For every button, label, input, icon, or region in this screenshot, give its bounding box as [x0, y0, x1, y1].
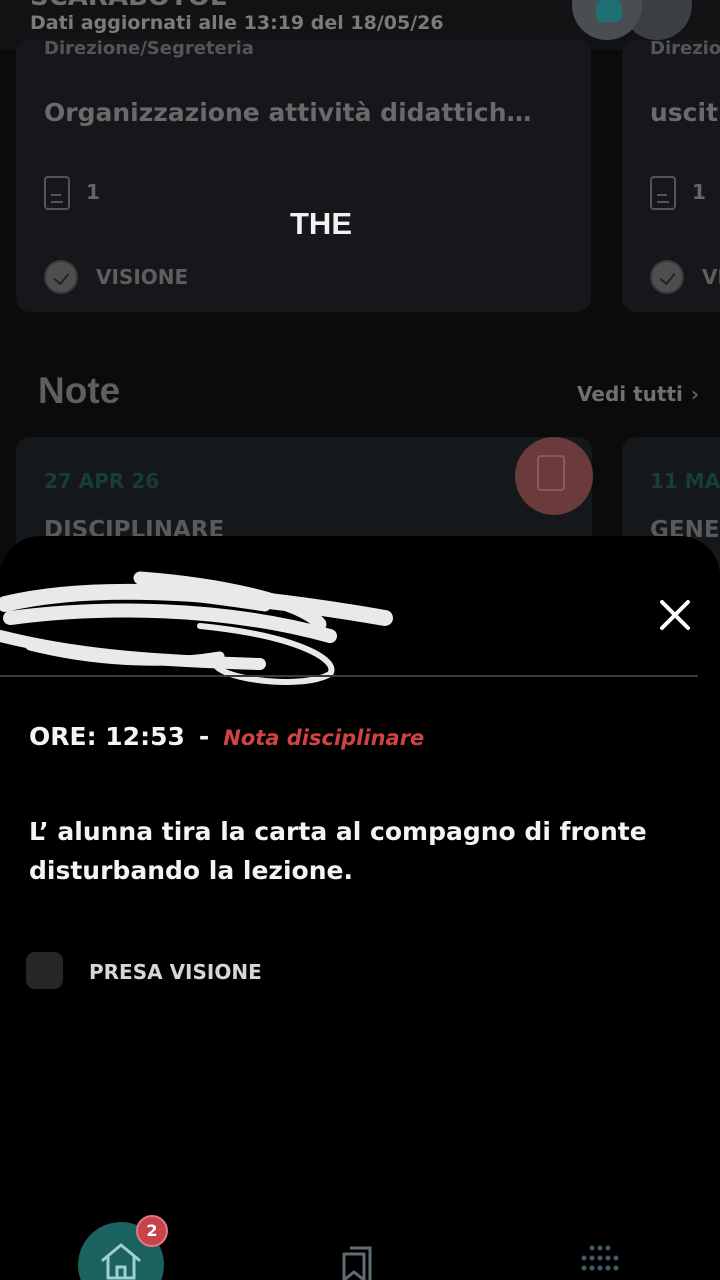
visione-status: VISIONE [96, 265, 189, 289]
check-circle-icon [650, 260, 684, 294]
app-title: SCARABOTOL [30, 0, 226, 12]
last-updated-text: Dati aggiornati alle 13:19 del 18/05/26 [30, 12, 444, 34]
home-icon [101, 1243, 141, 1280]
note-date: 11 MAR [650, 469, 720, 493]
visione-status: VI [702, 265, 720, 289]
note-time-row: ORE: 12:53- Nota disciplinare [29, 722, 424, 751]
note-body-text: L’ alunna tira la carta al compagno di f… [29, 817, 647, 885]
circular-category: Direzione/Segreteria [44, 38, 254, 59]
avatar-icon [596, 0, 622, 22]
circular-subject: uscit [650, 98, 719, 127]
chevron-right-icon: › [690, 382, 700, 406]
redaction-scribble [0, 571, 393, 685]
note-type-label: Nota disciplinare [223, 726, 425, 750]
video-caption-overlay: THE [290, 206, 352, 241]
circular-subject: Organizzazione attività didattich… [44, 98, 532, 127]
profile-avatar[interactable] [572, 0, 642, 40]
note-edit-icon [537, 455, 565, 491]
notes-section-title: Note [38, 370, 121, 411]
document-icon [650, 176, 676, 210]
attachment-count: 1 [86, 180, 100, 204]
document-icon [44, 176, 70, 210]
note-detail-sheet: ORE: 12:53- Nota disciplinare L’ alunna t… [0, 536, 720, 1280]
circular-category: Direzio [650, 38, 720, 59]
see-all-notes-link[interactable]: Vedi tutti › [577, 382, 699, 406]
note-edit-badge [515, 437, 593, 515]
attachment-count: 1 [692, 180, 706, 204]
check-circle-icon [44, 260, 78, 294]
notification-badge: 2 [136, 1215, 168, 1247]
note-date: 27 APR 26 [44, 469, 160, 493]
sheet-divider [0, 675, 698, 677]
apps-grid-icon[interactable] [578, 1244, 622, 1280]
circular-card[interactable]: Direzione/Segreteria Organizzazione atti… [16, 38, 591, 312]
bookmarks-icon[interactable] [340, 1244, 376, 1280]
note-time: ORE: 12:53 [29, 722, 185, 751]
close-icon[interactable] [652, 592, 698, 638]
sheet-header [0, 536, 720, 685]
presa-visione-label[interactable]: PRESA VISIONE [89, 960, 262, 984]
see-all-label: Vedi tutti [577, 382, 683, 406]
circular-card[interactable]: Direzio uscit 1 VI [622, 38, 720, 312]
presa-visione-checkbox[interactable] [26, 952, 63, 989]
time-separator: - [198, 722, 210, 751]
